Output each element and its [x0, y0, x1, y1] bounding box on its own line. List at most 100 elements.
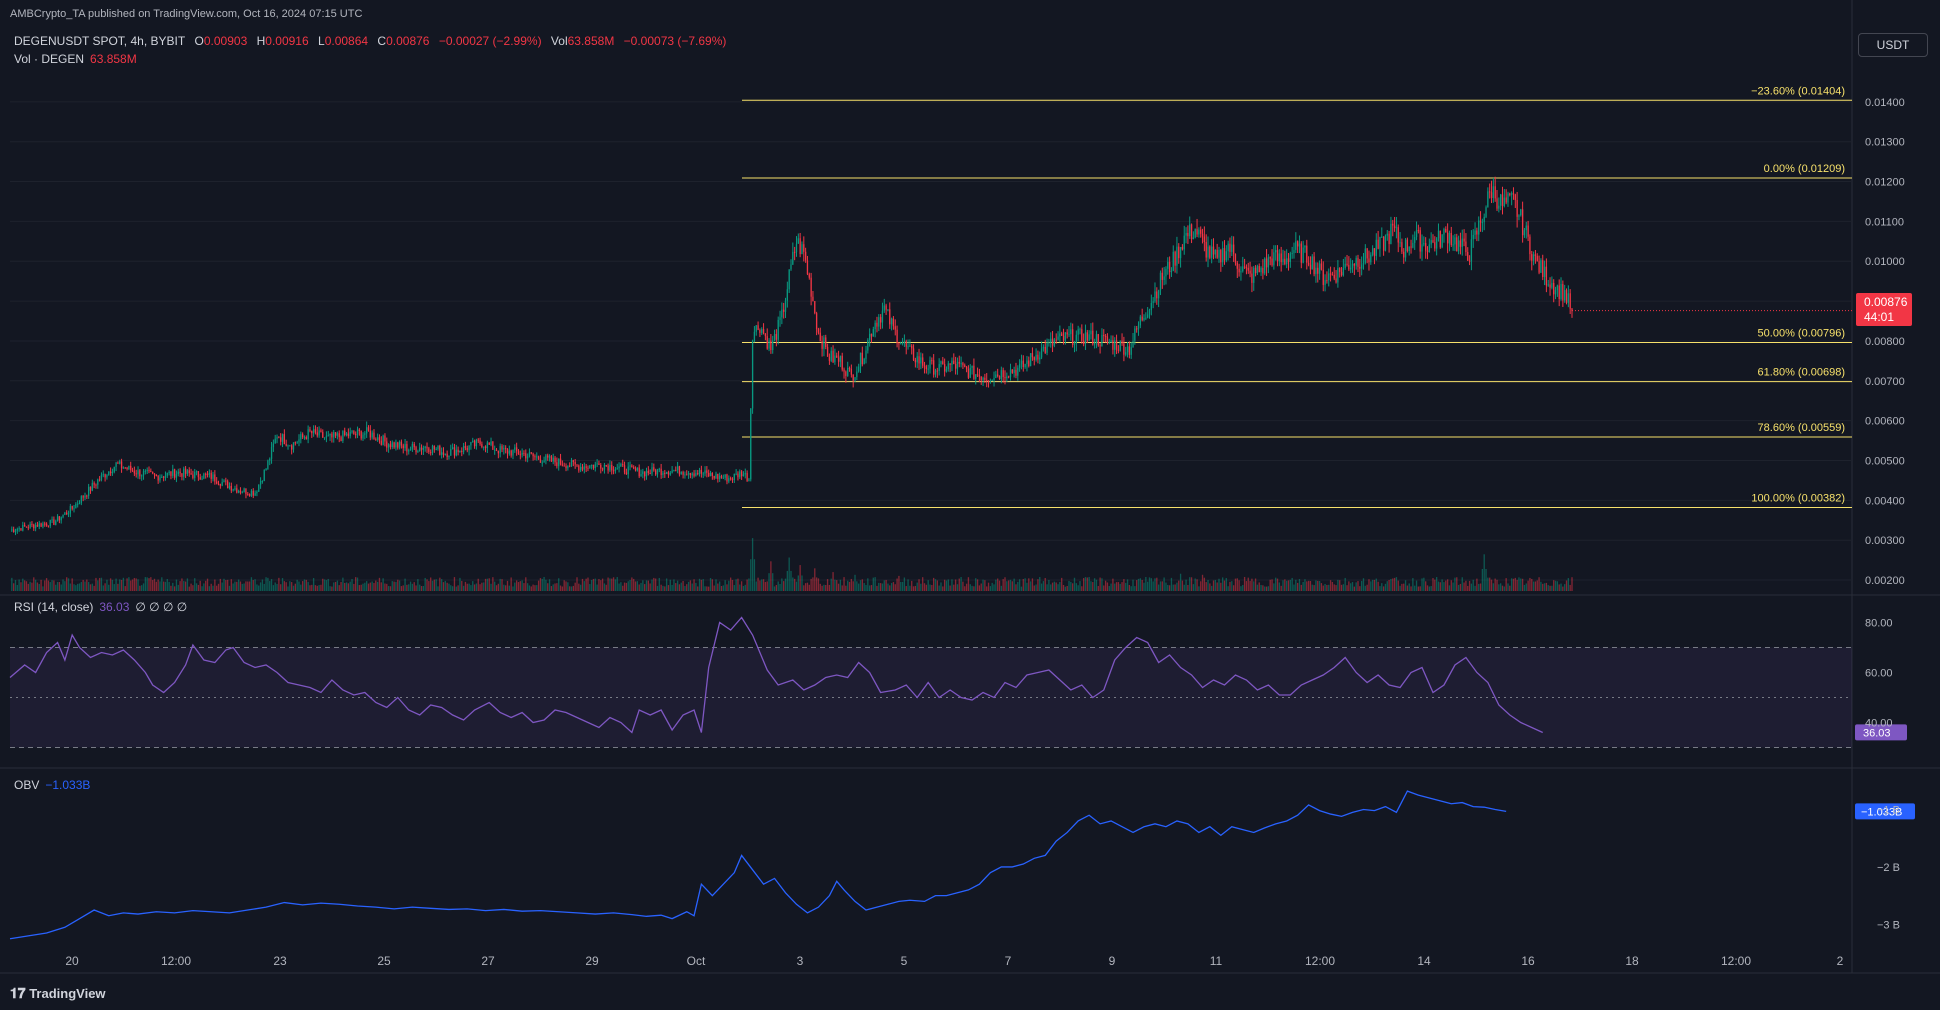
- price-change: −0.00027 (−2.99%): [438, 34, 542, 48]
- candle-body: [1386, 233, 1388, 236]
- tradingview-watermark[interactable]: 𝟏𝟕 TradingView: [10, 985, 106, 1002]
- symbol-legend: DEGENUSDT SPOT, 4h, BYBIT O0.00903 H0.00…: [14, 34, 732, 48]
- volume-bar: [203, 583, 205, 591]
- volume-bar: [1426, 585, 1429, 591]
- volume-bar: [1335, 585, 1337, 591]
- price-axis-tick: 0.00400: [1865, 495, 1905, 507]
- obv-axis-tick: −2 B: [1877, 862, 1900, 874]
- candle-body: [1359, 266, 1361, 269]
- candle-body: [347, 433, 350, 437]
- volume-bar: [620, 582, 622, 591]
- volume-bar: [307, 581, 309, 591]
- candle-body: [1275, 250, 1277, 253]
- candle-body: [1468, 260, 1471, 262]
- volume-bar: [545, 579, 547, 591]
- volume-bar: [1454, 577, 1456, 591]
- candle-body: [883, 305, 885, 311]
- candle-body: [164, 475, 167, 478]
- candle-body: [708, 472, 710, 477]
- candle-body: [1136, 328, 1138, 330]
- candle-body: [1295, 241, 1297, 250]
- candle-body: [464, 446, 467, 449]
- volume-bar: [1540, 581, 1542, 591]
- candle-body: [18, 528, 20, 530]
- volume-bar: [631, 577, 633, 591]
- candle-body: [680, 472, 682, 475]
- candle-body: [349, 431, 351, 437]
- volume-bar: [852, 581, 854, 591]
- symbol-name[interactable]: DEGENUSDT SPOT, 4h, BYBIT: [14, 34, 185, 48]
- volume-bar: [473, 584, 476, 591]
- volume-bar: [226, 579, 229, 591]
- candle-body: [274, 438, 276, 444]
- currency-button[interactable]: USDT: [1858, 33, 1928, 57]
- candle-body: [1278, 253, 1281, 262]
- candle-body: [1031, 353, 1034, 358]
- volume-bar: [836, 580, 838, 591]
- candle-body: [1150, 302, 1152, 311]
- volume-bar: [95, 577, 97, 591]
- candle-body: [922, 357, 924, 366]
- volume-bar: [1189, 577, 1191, 591]
- volume-bar: [415, 585, 417, 591]
- chart-canvas[interactable]: −23.60% (0.01404)0.00% (0.01209)50.00% (…: [0, 0, 1940, 1010]
- volume-bar: [1556, 581, 1559, 591]
- candle-body: [1509, 193, 1511, 195]
- volume-bar: [367, 583, 370, 591]
- volume-bar: [442, 582, 445, 591]
- volume-bar: [1243, 576, 1246, 591]
- candle-body: [1015, 369, 1017, 376]
- volume-bar: [237, 579, 240, 591]
- volume-legend[interactable]: Vol · DEGEN 63.858M: [14, 52, 143, 66]
- candle-body: [322, 431, 324, 438]
- volume-bar: [22, 578, 24, 591]
- volume-bar: [1066, 585, 1068, 591]
- candle-body: [720, 475, 723, 478]
- volume-legend-label: Vol · DEGEN: [14, 52, 85, 66]
- volume-bar: [1470, 583, 1473, 591]
- candle-body: [1103, 334, 1105, 337]
- candle-body: [1543, 266, 1546, 278]
- volume-bar: [433, 579, 435, 591]
- rsi-legend[interactable]: RSI (14, close) 36.03 ∅ ∅ ∅ ∅: [14, 600, 193, 614]
- candle-body: [1203, 236, 1206, 242]
- volume-bar: [892, 582, 895, 591]
- candle-body: [38, 523, 40, 527]
- candle-body: [825, 337, 827, 348]
- obv-legend[interactable]: OBV −1.033B: [14, 778, 96, 792]
- candle-body: [256, 491, 258, 494]
- volume-bar: [294, 583, 296, 591]
- candle-body: [1170, 270, 1173, 273]
- candle-body: [1057, 336, 1059, 340]
- volume-bar: [799, 565, 801, 591]
- candle-body: [387, 444, 390, 448]
- volume-bar: [389, 586, 392, 591]
- candle-body: [678, 466, 681, 475]
- candle-body: [122, 467, 125, 469]
- volume-bar: [633, 578, 635, 591]
- volume-bar: [1381, 583, 1383, 591]
- volume-bar: [1569, 584, 1571, 591]
- volume-bar: [629, 579, 631, 591]
- candle-body: [920, 357, 922, 364]
- candle-body: [1485, 207, 1487, 217]
- candle-body: [356, 429, 359, 435]
- volume-bar: [536, 585, 538, 591]
- candle-body: [1467, 252, 1469, 261]
- volume-bar: [841, 585, 843, 591]
- volume-bar: [351, 579, 353, 591]
- volume-bar: [984, 580, 986, 591]
- volume-bar: [1033, 585, 1035, 591]
- volume-bar: [56, 581, 59, 591]
- chart-stage[interactable]: −23.60% (0.01404) 0.00% (0.01209) 50.00% (…: [0, 0, 1940, 1010]
- volume-bar: [1443, 582, 1445, 591]
- candle-body: [424, 446, 426, 448]
- volume-bar: [223, 578, 225, 591]
- candle-body: [1456, 237, 1458, 252]
- candle-body: [1000, 370, 1002, 379]
- volume-bar: [627, 581, 629, 591]
- volume-bar: [658, 577, 660, 591]
- volume-bar: [117, 583, 119, 591]
- candle-body: [927, 368, 929, 370]
- candle-body: [1119, 340, 1121, 351]
